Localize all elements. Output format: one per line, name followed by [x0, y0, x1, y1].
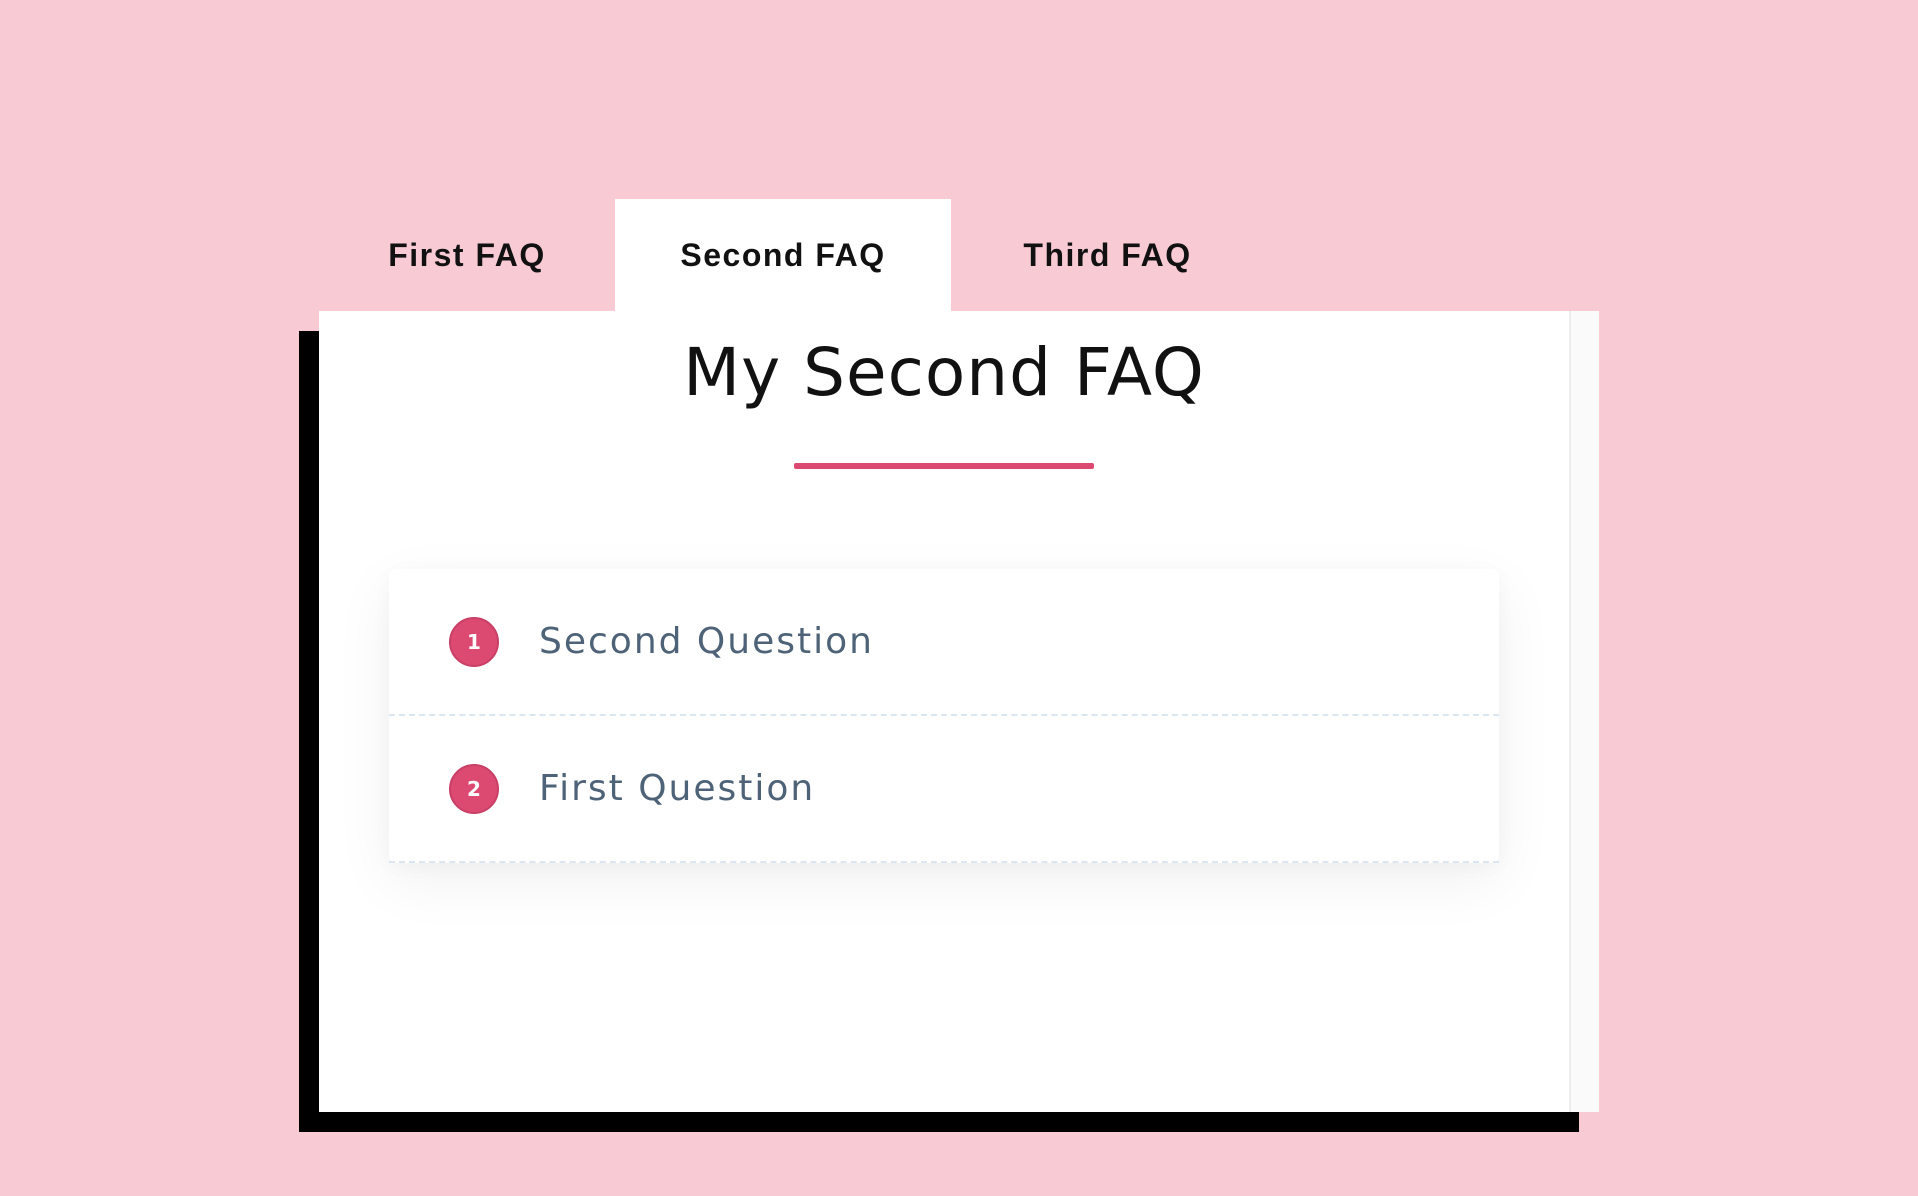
title-underline — [794, 463, 1094, 469]
tab-second-faq[interactable]: Second FAQ — [615, 199, 951, 312]
question-number-badge: 2 — [449, 763, 499, 814]
question-text: Second Question — [539, 621, 874, 662]
faq-tabs: First FAQ Second FAQ Third FAQ — [319, 199, 1264, 312]
panel-scroll-strip — [1569, 311, 1599, 1112]
page: First FAQ Second FAQ Third FAQ My Second… — [0, 0, 1918, 1196]
faq-item[interactable]: 1 Second Question — [389, 569, 1499, 716]
tab-third-faq[interactable]: Third FAQ — [951, 199, 1264, 312]
faq-title: My Second FAQ — [683, 334, 1205, 411]
tab-first-faq[interactable]: First FAQ — [319, 199, 615, 312]
faq-list: 1 Second Question 2 First Question — [389, 569, 1499, 863]
faq-item[interactable]: 2 First Question — [389, 716, 1499, 863]
question-text: First Question — [539, 768, 816, 809]
question-number-badge: 1 — [449, 616, 499, 667]
